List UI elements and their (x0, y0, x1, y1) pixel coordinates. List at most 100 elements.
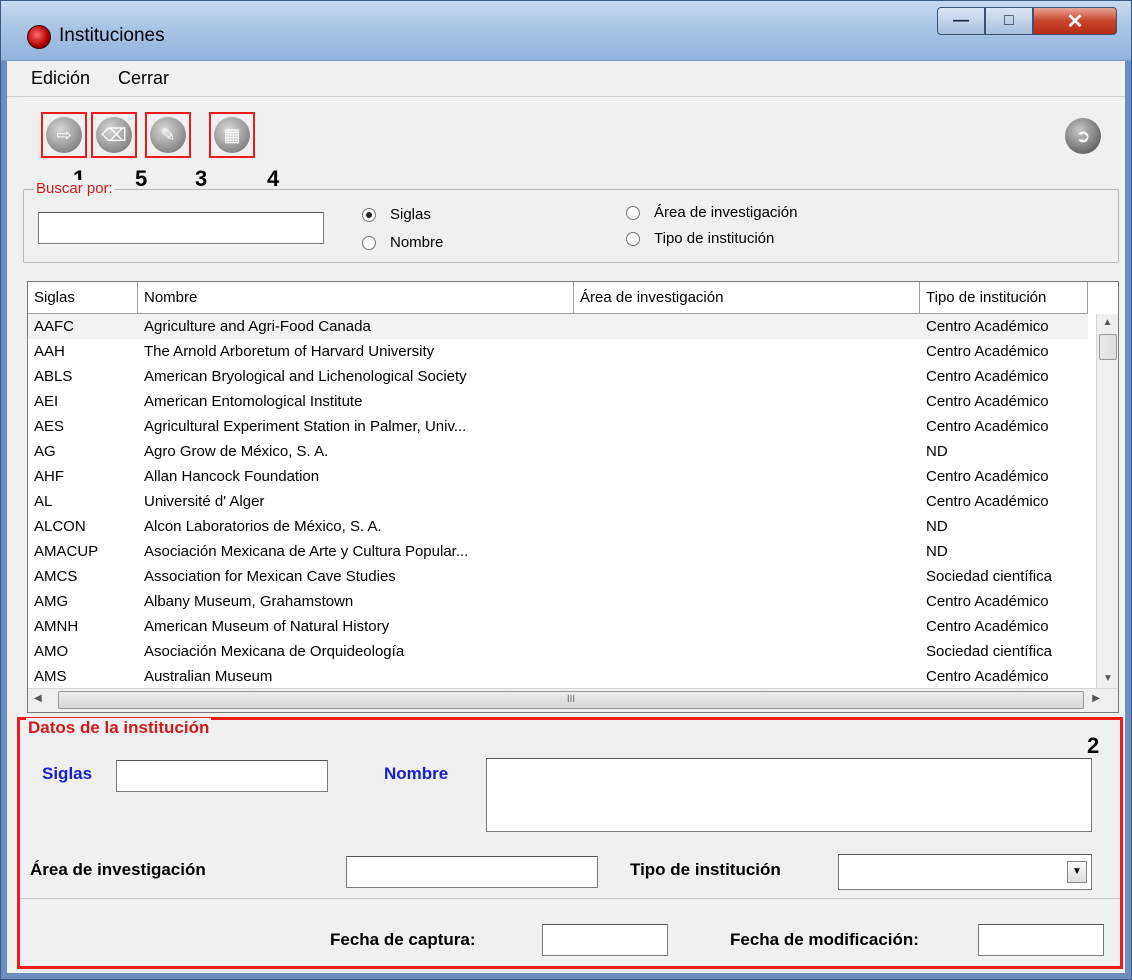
cell-nombre: Agro Grow de México, S. A. (144, 443, 329, 460)
table-row[interactable]: AMCS Association for Mexican Cave Studies… (28, 564, 1088, 589)
cell-tipo: Centro Académico (926, 593, 1049, 610)
table-row[interactable]: ALCON Alcon Laboratorios de México, S. A.… (28, 514, 1088, 539)
cell-siglas: AL (34, 493, 53, 510)
grid-body: AAFC Agriculture and Agri-Food Canada Cent… (28, 314, 1088, 688)
fecha-modificacion-field[interactable] (978, 924, 1104, 956)
minimize-button[interactable]: — (937, 7, 985, 35)
scroll-up-icon[interactable]: ▲ (1097, 314, 1118, 332)
close-button[interactable]: ✕ (1033, 7, 1117, 35)
nombre-label: Nombre (384, 764, 449, 783)
cell-nombre: Université d' Alger (144, 493, 265, 510)
client-area: Edición Cerrar ⇨ ⌫ ✎ ▦ 1 5 3 4 ➲ Buscar … (7, 61, 1125, 973)
cell-area (574, 539, 920, 564)
add-record-button[interactable]: ⇨ (41, 112, 87, 158)
separator (20, 898, 1120, 899)
column-header-siglas[interactable]: Siglas (28, 282, 138, 313)
institutions-grid[interactable]: Siglas Nombre Área de investigación Tipo… (27, 281, 1119, 713)
exit-icon[interactable]: ➲ (1065, 118, 1101, 154)
cell-tipo: Centro Académico (926, 343, 1049, 360)
table-row[interactable]: AES Agricultural Experiment Station in Pa… (28, 414, 1088, 439)
cell-siglas: AG (34, 443, 56, 460)
cell-area (574, 439, 920, 464)
column-header-nombre[interactable]: Nombre (138, 282, 574, 313)
cell-nombre: American Museum of Natural History (144, 618, 390, 635)
cell-siglas: AES (34, 418, 65, 435)
cell-tipo: ND (926, 518, 948, 535)
cell-tipo: Centro Académico (926, 318, 1049, 335)
save-button[interactable]: ▦ (209, 112, 255, 158)
cell-siglas: AMCS (34, 568, 78, 585)
horizontal-scrollbar[interactable]: ◀ III ▶ (28, 688, 1118, 712)
cell-tipo: Centro Académico (926, 468, 1049, 485)
radio-tipo[interactable]: Tipo de institución (626, 230, 774, 247)
cell-siglas: AMACUP (34, 543, 99, 560)
table-row[interactable]: AMO Asociación Mexicana de Orquideología S… (28, 639, 1088, 664)
cell-nombre: Allan Hancock Foundation (144, 468, 320, 485)
radio-indicator (626, 231, 640, 246)
table-row[interactable]: AL Université d' Alger Centro Académico (28, 489, 1088, 514)
grid-header: Siglas Nombre Área de investigación Tipo… (28, 282, 1088, 314)
menu-edicion[interactable]: Edición (27, 66, 94, 91)
edit-button[interactable]: ✎ (145, 112, 191, 158)
fecha-captura-label: Fecha de captura: (330, 930, 476, 949)
table-row[interactable]: AMACUP Asociación Mexicana de Arte y Cult… (28, 539, 1088, 564)
nombre-field[interactable] (486, 758, 1092, 832)
table-row[interactable]: AEI American Entomological Institute Centr… (28, 389, 1088, 414)
vertical-scrollbar[interactable]: ▲ ▼ (1096, 314, 1118, 688)
fecha-modificacion-label: Fecha de modificación: (730, 930, 919, 949)
table-row[interactable]: AAFC Agriculture and Agri-Food Canada Cent… (28, 314, 1088, 339)
table-row[interactable]: AMNH American Museum of Natural History Ce… (28, 614, 1088, 639)
cell-tipo: Sociedad científica (926, 643, 1052, 660)
column-header-tipo[interactable]: Tipo de institución (920, 282, 1088, 313)
cell-tipo: Centro Académico (926, 418, 1049, 435)
title-bar[interactable]: Instituciones — □ ✕ (1, 1, 1131, 61)
cell-nombre: Agriculture and Agri-Food Canada (144, 318, 371, 335)
window-title: Instituciones (59, 25, 165, 46)
maximize-button[interactable]: □ (985, 7, 1033, 35)
cell-area (574, 564, 920, 589)
vertical-scroll-thumb[interactable] (1099, 334, 1117, 360)
scroll-left-icon[interactable]: ◀ (34, 693, 42, 704)
area-field[interactable] (346, 856, 598, 888)
horizontal-scroll-thumb[interactable]: III (58, 691, 1084, 709)
scroll-right-icon[interactable]: ▶ (1092, 693, 1100, 704)
cell-tipo: ND (926, 543, 948, 560)
radio-nombre[interactable]: Nombre (362, 234, 443, 251)
scroll-down-icon[interactable]: ▼ (1097, 670, 1118, 688)
cell-nombre: American Entomological Institute (144, 393, 363, 410)
cell-area (574, 414, 920, 439)
radio-area[interactable]: Área de investigación (626, 204, 797, 221)
column-header-area[interactable]: Área de investigación (574, 282, 920, 313)
cell-area (574, 339, 920, 364)
add-record-icon: ⇨ (46, 117, 82, 153)
table-row[interactable]: AMS Australian Museum Centro Académico (28, 664, 1088, 688)
radio-siglas[interactable]: Siglas (362, 206, 431, 223)
cell-area (574, 664, 920, 688)
siglas-field[interactable] (116, 760, 328, 792)
tipo-select[interactable]: ▼ (838, 854, 1092, 890)
chevron-down-icon[interactable]: ▼ (1067, 861, 1087, 883)
cell-siglas: AEI (34, 393, 59, 410)
search-label: Buscar por: (34, 180, 115, 197)
cell-tipo: Centro Académico (926, 618, 1049, 635)
cell-nombre: Association for Mexican Cave Studies (144, 568, 396, 585)
cell-siglas: AMNH (34, 618, 79, 635)
clear-button[interactable]: ⌫ (91, 112, 137, 158)
cell-tipo: Centro Académico (926, 668, 1049, 685)
table-row[interactable]: AMG Albany Museum, Grahamstown Centro Acad… (28, 589, 1088, 614)
cell-nombre: The Arnold Arboretum of Harvard Universi… (144, 343, 435, 360)
fecha-captura-field[interactable] (542, 924, 668, 956)
table-row[interactable]: ABLS American Bryological and Lichenologi… (28, 364, 1088, 389)
cell-area (574, 314, 920, 339)
menu-cerrar[interactable]: Cerrar (114, 66, 173, 91)
table-row[interactable]: AG Agro Grow de México, S. A. ND (28, 439, 1088, 464)
window: Instituciones — □ ✕ Edición Cerrar ⇨ ⌫ ✎… (0, 0, 1132, 980)
search-input[interactable] (38, 212, 324, 244)
table-row[interactable]: AAH The Arnold Arboretum of Harvard Unive… (28, 339, 1088, 364)
table-row[interactable]: AHF Allan Hancock Foundation Centro Académ… (28, 464, 1088, 489)
cell-area (574, 489, 920, 514)
edit-icon: ✎ (150, 117, 186, 153)
institution-details-panel: Datos de la institución Siglas Nombre Ár… (17, 717, 1123, 969)
cell-area (574, 589, 920, 614)
eraser-icon: ⌫ (96, 117, 132, 153)
